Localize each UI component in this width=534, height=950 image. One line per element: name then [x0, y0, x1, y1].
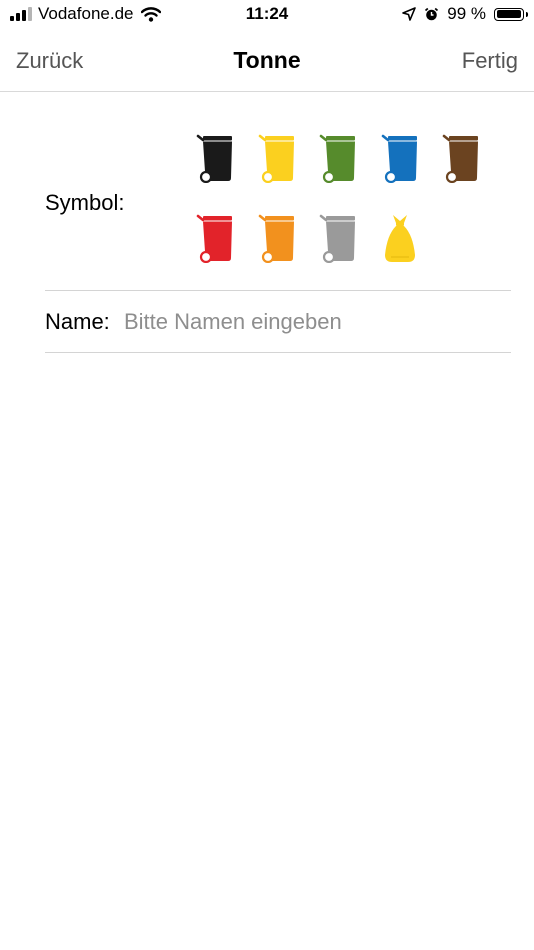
bin-yellow-icon[interactable] [258, 133, 296, 184]
location-arrow-icon [402, 7, 417, 21]
bin-orange-icon[interactable] [258, 213, 296, 264]
battery-percent: 99 % [447, 4, 486, 23]
divider [45, 290, 511, 291]
navigation-bar: Zurück Tonne Fertig [0, 30, 534, 92]
divider [45, 352, 511, 353]
bin-brown-icon[interactable] [442, 133, 480, 184]
bin-black-icon[interactable] [196, 133, 234, 184]
bin-green-icon[interactable] [319, 133, 357, 184]
battery-fill [496, 10, 522, 18]
alarm-icon [425, 7, 439, 20]
done-button[interactable]: Fertig [462, 48, 518, 74]
status-right: 99 % [402, 4, 528, 24]
symbol-label: Symbol: [45, 190, 125, 215]
name-input[interactable] [124, 304, 504, 340]
yellow-bag-icon[interactable] [381, 213, 419, 263]
status-bar: Vodafone.de 11:24 99 % [0, 0, 534, 30]
bin-gray-icon[interactable] [319, 213, 357, 264]
name-label: Name: [45, 309, 110, 334]
back-button[interactable]: Zurück [16, 48, 83, 74]
bin-red-icon[interactable] [196, 213, 234, 264]
battery-icon [494, 7, 528, 21]
bin-blue-icon[interactable] [381, 133, 419, 184]
